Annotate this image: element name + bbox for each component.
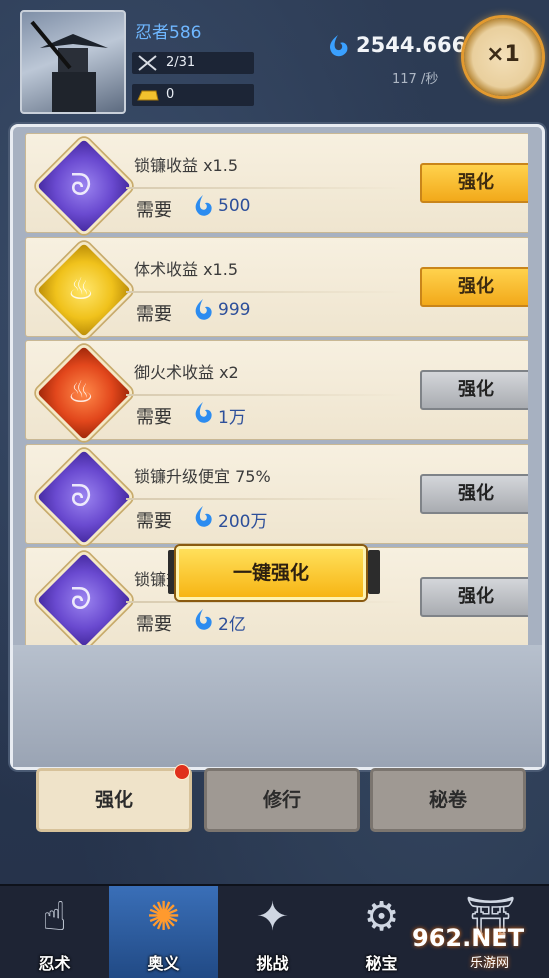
notification-dot bbox=[174, 764, 190, 780]
nav-item-ninjutsu[interactable]: ☝ 忍术 bbox=[0, 886, 109, 978]
player-avatar[interactable] bbox=[20, 10, 126, 114]
upgrade-panel: ᘐ 锁镰收益 x1.5 需要 500 强化 ♨ 体术收益 x1.5 需要 999… bbox=[10, 124, 545, 770]
divider bbox=[126, 394, 406, 396]
nav-label: 忍术 bbox=[38, 954, 71, 973]
cost-value: 200万 bbox=[218, 512, 268, 532]
watermark-sub: 乐游网 bbox=[470, 956, 510, 971]
cost-value: 500 bbox=[218, 196, 251, 216]
shuriken-icon: ✦ bbox=[255, 894, 290, 940]
sickle-glyph-icon: ᘐ bbox=[70, 478, 92, 514]
kill-counter: 2/31 bbox=[132, 52, 254, 74]
multiplier-label: ×1 bbox=[486, 42, 520, 67]
cost-label: 需要 bbox=[136, 200, 172, 221]
divider bbox=[126, 187, 406, 189]
player-name: 忍者586 bbox=[135, 23, 202, 43]
watermark: 962.NET 乐游网 bbox=[412, 924, 542, 971]
cost-value: 2亿 bbox=[218, 615, 246, 635]
upgrade-button[interactable]: 强化 bbox=[420, 267, 528, 307]
speed-multiplier-button[interactable]: ×1 bbox=[464, 18, 542, 96]
cost-value: 999 bbox=[218, 300, 251, 320]
tab-upgrade[interactable]: 强化 bbox=[36, 768, 192, 832]
chakra-drop-icon bbox=[195, 609, 212, 630]
ninja-portrait-icon bbox=[30, 20, 108, 112]
upgrade-button[interactable]: 强化 bbox=[420, 370, 528, 410]
cost-value: 1万 bbox=[218, 408, 246, 428]
tab-scroll[interactable]: 秘卷 bbox=[370, 768, 526, 832]
chakra-drop-icon bbox=[195, 402, 212, 423]
panel-footer bbox=[13, 645, 542, 767]
cost-label: 需要 bbox=[136, 614, 172, 635]
scroll-end-right bbox=[368, 550, 380, 594]
chakra-drop-icon bbox=[195, 299, 212, 320]
fire-glyph-icon: ♨ bbox=[67, 374, 95, 410]
upgrade-button[interactable]: 强化 bbox=[420, 577, 528, 617]
cost-label: 需要 bbox=[136, 304, 172, 325]
upgrade-card: ♨ 体术收益 x1.5 需要 999 强化 bbox=[25, 237, 528, 341]
cost-label: 需要 bbox=[136, 511, 172, 532]
crossed-swords-icon bbox=[138, 55, 157, 71]
upgrade-card: ᘐ 锁镰收益 x1.5 需要 500 强化 bbox=[25, 133, 528, 237]
upgrade-title: 御火术收益 x2 bbox=[134, 363, 239, 382]
upgrade-card: ♨ 御火术收益 x2 需要 1万 强化 bbox=[25, 340, 528, 444]
gold-value: 0 bbox=[166, 87, 175, 102]
kill-count-value: 2/31 bbox=[166, 55, 196, 70]
nav-item-ougi[interactable]: ✺ 奥义 bbox=[109, 886, 218, 978]
chakra-drop-icon bbox=[330, 35, 348, 57]
sickle-glyph-icon: ᘐ bbox=[70, 581, 92, 617]
sickle-glyph-icon: ᘐ bbox=[70, 167, 92, 203]
upgrade-title: 体术收益 x1.5 bbox=[134, 260, 239, 279]
divider bbox=[126, 498, 406, 500]
nav-label: 挑战 bbox=[256, 954, 289, 973]
finger-icon: ☝ bbox=[42, 894, 67, 940]
nav-label: 奥义 bbox=[147, 954, 180, 973]
tab-training[interactable]: 修行 bbox=[204, 768, 360, 832]
divider bbox=[126, 601, 406, 603]
player-header: 忍者586 2/31 0 2544.666 117 /秒 ×1 bbox=[0, 0, 549, 118]
one-key-upgrade-button[interactable]: 一键强化 bbox=[176, 546, 366, 600]
cost-label: 需要 bbox=[136, 407, 172, 428]
chakra-amount: 2544.666 bbox=[356, 33, 467, 57]
upgrade-button[interactable]: 强化 bbox=[420, 474, 528, 514]
upgrade-title: 锁镰收益 x1.5 bbox=[134, 156, 239, 175]
chakra-rate: 117 /秒 bbox=[392, 72, 439, 87]
gold-counter: 0 bbox=[132, 84, 254, 106]
upgrade-button[interactable]: 强化 bbox=[420, 163, 528, 203]
divider bbox=[126, 291, 406, 293]
watermark-brand: 962.NET bbox=[412, 924, 525, 952]
chakra-drop-icon bbox=[195, 195, 212, 216]
chakra-currency: 2544.666 bbox=[326, 33, 466, 61]
upgrade-card: ᘐ 锁镰升级便宜 75% 需要 200万 强化 bbox=[25, 444, 528, 548]
flame-glyph-icon: ♨ bbox=[67, 271, 95, 307]
nav-item-challenge[interactable]: ✦ 挑战 bbox=[218, 886, 327, 978]
upgrade-title: 锁镰升级便宜 75% bbox=[134, 467, 271, 486]
swirl-icon: ✺ bbox=[146, 894, 181, 940]
chakra-drop-icon bbox=[195, 506, 212, 527]
gold-bar-icon bbox=[137, 90, 159, 101]
